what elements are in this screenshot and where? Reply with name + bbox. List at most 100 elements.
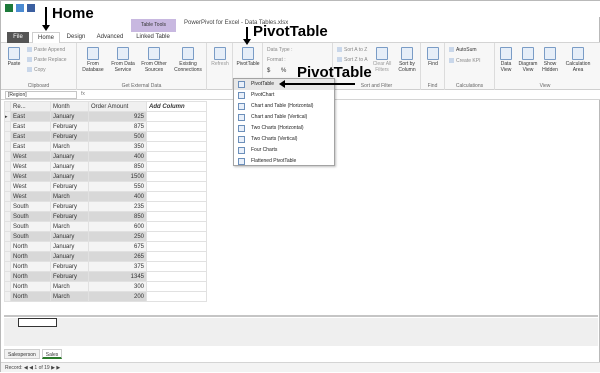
create-kpi-button[interactable]: Create KPI — [449, 58, 480, 64]
cell-order-amount[interactable]: 350 — [88, 141, 147, 152]
cell-order-amount[interactable]: 875 — [88, 121, 147, 132]
cell-region[interactable]: East — [10, 141, 51, 152]
cell-order-amount[interactable]: 600 — [88, 221, 147, 232]
cell-add-column[interactable] — [146, 151, 207, 162]
table-row[interactable]: South February 850 — [4, 211, 207, 222]
cell-region[interactable]: South — [10, 201, 51, 212]
cell-region[interactable]: South — [10, 221, 51, 232]
table-row[interactable]: North February 1345 — [4, 271, 207, 282]
paste-button[interactable]: Paste — [5, 47, 23, 67]
cell-region[interactable]: West — [10, 151, 51, 162]
selected-calculation-cell[interactable] — [18, 318, 57, 327]
cell-add-column[interactable] — [146, 221, 207, 232]
cell-region[interactable]: West — [10, 191, 51, 202]
cell-add-column[interactable] — [146, 141, 207, 152]
fx-icon[interactable]: fx — [81, 91, 85, 97]
cell-add-column[interactable] — [146, 111, 207, 122]
cell-month[interactable]: January — [50, 161, 89, 172]
menu-item-two-charts-vertical[interactable]: Two Charts (Vertical) — [234, 134, 334, 145]
cell-region[interactable]: North — [10, 241, 51, 252]
record-nav-first-icon[interactable]: ◀ — [24, 365, 28, 371]
cell-order-amount[interactable]: 200 — [88, 291, 147, 302]
table-row[interactable]: North February 375 — [4, 261, 207, 272]
from-data-service-button[interactable]: From Data Service — [109, 47, 137, 73]
tab-home[interactable]: Home — [32, 32, 60, 43]
cell-add-column[interactable] — [146, 171, 207, 182]
tab-linked-table[interactable]: Linked Table — [132, 32, 174, 43]
cell-month[interactable]: February — [50, 121, 89, 132]
table-row[interactable]: South February 235 — [4, 201, 207, 212]
column-header-month[interactable]: Month — [50, 101, 89, 112]
menu-item-four-charts[interactable]: Four Charts — [234, 145, 334, 156]
cell-region[interactable]: East — [10, 111, 51, 122]
cell-order-amount[interactable]: 300 — [88, 281, 147, 292]
autosum-button[interactable]: AutoSum — [449, 47, 477, 53]
sort-a-to-z-button[interactable]: Sort A to Z — [337, 47, 367, 53]
cell-month[interactable]: January — [50, 111, 89, 122]
sheet-tab-sales[interactable]: Sales — [41, 349, 63, 359]
currency-button[interactable]: $ — [267, 68, 270, 74]
cell-add-column[interactable] — [146, 281, 207, 292]
cell-order-amount[interactable]: 250 — [88, 231, 147, 242]
record-nav-last-icon[interactable]: ▶ — [56, 365, 60, 371]
from-database-button[interactable]: From Database — [81, 47, 105, 73]
cell-order-amount[interactable]: 1345 — [88, 271, 147, 282]
pivottable-button[interactable]: PivotTable — [235, 47, 261, 67]
refresh-button[interactable]: Refresh — [209, 47, 231, 67]
sheet-tab-salesperson[interactable]: Salesperson — [4, 349, 40, 359]
cell-region[interactable]: North — [10, 251, 51, 262]
percent-button[interactable]: % — [281, 68, 286, 74]
cell-region[interactable]: North — [10, 261, 51, 272]
diagram-view-button[interactable]: Diagram View — [517, 47, 539, 73]
table-row[interactable]: North March 300 — [4, 281, 207, 292]
cell-add-column[interactable] — [146, 251, 207, 262]
calculation-area-divider[interactable] — [4, 315, 598, 317]
table-row[interactable]: East February 500 — [4, 131, 207, 142]
cell-add-column[interactable] — [146, 261, 207, 272]
cell-add-column[interactable] — [146, 121, 207, 132]
cell-month[interactable]: March — [50, 291, 89, 302]
find-button[interactable]: Find — [423, 47, 443, 67]
cell-order-amount[interactable]: 375 — [88, 261, 147, 272]
cell-month[interactable]: February — [50, 261, 89, 272]
cell-order-amount[interactable]: 265 — [88, 251, 147, 262]
cell-month[interactable]: February — [50, 131, 89, 142]
table-row[interactable]: West January 400 — [4, 151, 207, 162]
paste-replace-button[interactable]: Paste Replace — [27, 57, 67, 63]
tab-advanced[interactable]: Advanced — [93, 32, 127, 43]
cell-order-amount[interactable]: 235 — [88, 201, 147, 212]
record-nav-prev-icon[interactable]: ◀ — [29, 365, 33, 371]
cell-add-column[interactable] — [146, 181, 207, 192]
column-header-region[interactable]: Re... — [10, 101, 51, 112]
cell-month[interactable]: March — [50, 191, 89, 202]
table-row[interactable]: West March 400 — [4, 191, 207, 202]
cell-order-amount[interactable]: 400 — [88, 151, 147, 162]
cell-region[interactable]: North — [10, 281, 51, 292]
cell-order-amount[interactable]: 675 — [88, 241, 147, 252]
cell-month[interactable]: February — [50, 211, 89, 222]
cell-region[interactable]: South — [10, 211, 51, 222]
table-row[interactable]: North January 675 — [4, 241, 207, 252]
cell-add-column[interactable] — [146, 201, 207, 212]
menu-item-chart-table-vertical[interactable]: Chart and Table (Vertical) — [234, 112, 334, 123]
cell-region[interactable]: South — [10, 231, 51, 242]
excel-icon[interactable] — [5, 4, 13, 12]
clear-all-filters-button[interactable]: Clear All Filters — [371, 47, 393, 73]
cell-region[interactable]: North — [10, 271, 51, 282]
show-hidden-button[interactable]: Show Hidden — [541, 47, 559, 73]
cell-region[interactable]: East — [10, 131, 51, 142]
table-icon[interactable] — [16, 4, 24, 12]
table-row[interactable]: South March 600 — [4, 221, 207, 232]
cell-order-amount[interactable]: 925 — [88, 111, 147, 122]
format-dropdown[interactable]: Format : — [267, 57, 286, 63]
column-header-order-amount[interactable]: Order Amount — [88, 101, 147, 112]
copy-button[interactable]: Copy — [27, 67, 46, 73]
cell-month[interactable]: January — [50, 171, 89, 182]
table-row[interactable]: North January 265 — [4, 251, 207, 262]
sort-by-column-button[interactable]: Sort by Column — [395, 47, 419, 73]
cell-month[interactable]: January — [50, 251, 89, 262]
cell-order-amount[interactable]: 1500 — [88, 171, 147, 182]
cell-add-column[interactable] — [146, 211, 207, 222]
cell-order-amount[interactable]: 550 — [88, 181, 147, 192]
cell-add-column[interactable] — [146, 241, 207, 252]
